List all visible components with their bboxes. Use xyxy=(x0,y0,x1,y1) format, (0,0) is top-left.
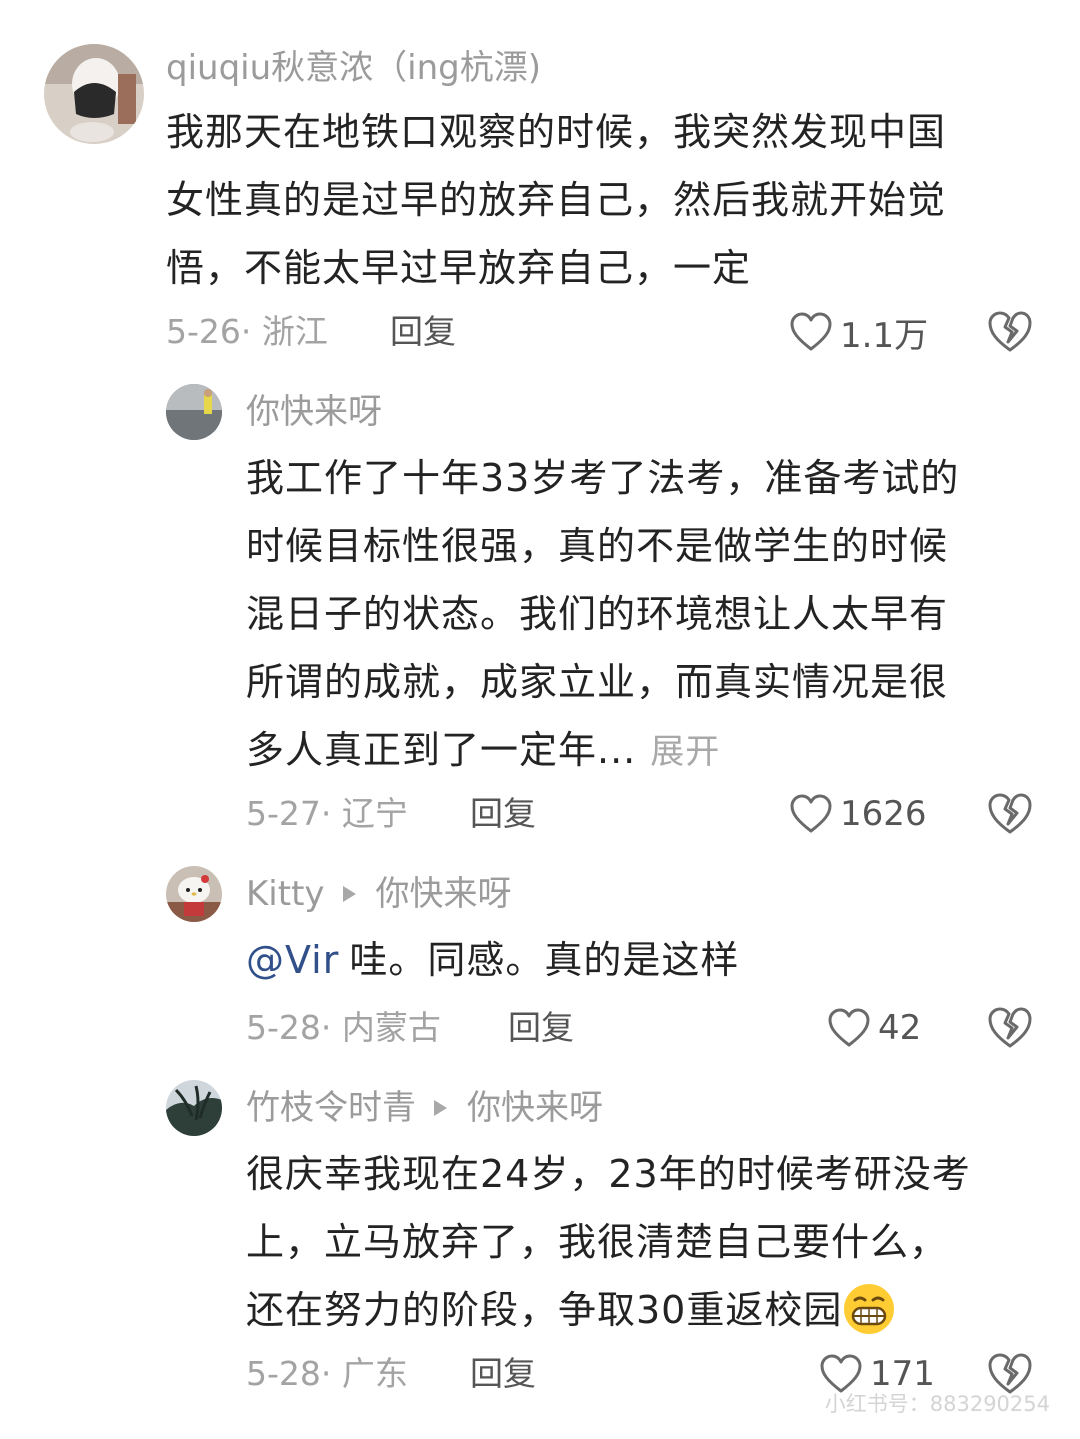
comment-author[interactable]: 竹枝令时青 xyxy=(246,1088,416,1128)
avatar[interactable] xyxy=(166,1080,222,1136)
comment-date-location: 5-28· 内蒙古 xyxy=(246,1008,441,1047)
broken-heart-icon xyxy=(988,311,1032,352)
comment-text: 我那天在地铁口观察的时候，我突然发现中国 女性真的是过早的放弃自己，然后我就开始… xyxy=(166,98,946,302)
heart-icon xyxy=(790,794,832,833)
dislike-button[interactable] xyxy=(988,792,1032,836)
comment-text: @Vir 哇。同感。真的是这样 xyxy=(246,926,739,994)
comment-author[interactable]: qiuqiu秋意浓（ing杭漂) xyxy=(166,48,541,88)
comment-line: 还在努力的阶段，争取30重返校园 xyxy=(246,1288,843,1332)
comment-text: 很庆幸我现在24岁，23年的时候考研没考 上，立马放弃了，我很清楚自己要什么， … xyxy=(246,1140,971,1344)
comment-line: 时候目标性很强，真的不是做学生的时候 xyxy=(246,524,949,568)
reply-to-author[interactable]: 你快来呀 xyxy=(467,1088,603,1128)
avatar[interactable] xyxy=(44,44,144,144)
reply-button[interactable]: 回复 xyxy=(390,312,456,352)
avatar[interactable] xyxy=(166,866,222,922)
comment-author-row: Kitty 你快来呀 xyxy=(246,874,512,914)
heart-icon xyxy=(790,312,832,351)
comment-author[interactable]: Kitty xyxy=(246,874,325,914)
comment-line: 混日子的状态。我们的环境想让人太早有 xyxy=(246,592,949,636)
dislike-button[interactable] xyxy=(988,1006,1032,1050)
watermark: 小红书号：883290254 xyxy=(824,1392,1050,1416)
comment-line: 我那天在地铁口观察的时候，我突然发现中国 xyxy=(166,110,947,154)
expand-button[interactable]: 展开 xyxy=(650,732,720,772)
broken-heart-icon xyxy=(988,793,1032,834)
avatar[interactable] xyxy=(166,384,222,440)
like-button[interactable]: 1.1万 xyxy=(790,310,929,356)
mention-link[interactable]: @Vir xyxy=(246,938,339,982)
comment-line: 很庆幸我现在24岁，23年的时候考研没考 xyxy=(246,1152,971,1196)
comment-line: 我工作了十年33岁考了法考，准备考试的 xyxy=(246,456,960,500)
comment-date-location: 5-28· 广东 xyxy=(246,1354,408,1393)
comment-date-location: 5-27· 辽宁 xyxy=(246,794,408,833)
dislike-button[interactable] xyxy=(988,310,1032,354)
play-triangle-icon xyxy=(434,1099,447,1116)
like-button[interactable]: 1626 xyxy=(790,792,927,836)
broken-heart-icon xyxy=(988,1007,1032,1048)
like-count: 1.1万 xyxy=(840,315,929,356)
comment-line: 哇。同感。真的是这样 xyxy=(349,938,740,982)
heart-icon xyxy=(828,1008,870,1047)
comment-line-last: 还在努力的阶段，争取30重返校园 xyxy=(246,1276,971,1344)
comment-author-row: 竹枝令时青 你快来呀 xyxy=(246,1088,603,1128)
play-triangle-icon xyxy=(342,885,356,902)
comment-line: 上，立马放弃了，我很清楚自己要什么， xyxy=(246,1220,949,1264)
comment-text: 我工作了十年33岁考了法考，准备考试的 时候目标性很强，真的不是做学生的时候 混… xyxy=(246,444,959,786)
comment-line: 所谓的成就，成家立业，而真实情况是很 xyxy=(246,660,949,704)
like-count: 1626 xyxy=(840,794,927,834)
like-button[interactable]: 42 xyxy=(828,1006,921,1050)
reply-to-author[interactable]: 你快来呀 xyxy=(376,874,512,914)
comment-line: 悟，不能太早过早放弃自己，一定 xyxy=(166,246,752,290)
comment-date-location: 5-26· 浙江 xyxy=(166,312,328,351)
reply-button[interactable]: 回复 xyxy=(508,1008,574,1048)
comment-line-last: 多人真正到了一定年... 展开 xyxy=(246,716,959,786)
truncated-text: 多人真正到了一定年... xyxy=(246,728,637,772)
grinning-face-emoji xyxy=(842,1282,896,1336)
reply-button[interactable]: 回复 xyxy=(470,794,536,834)
comment-author[interactable]: 你快来呀 xyxy=(246,392,382,432)
like-count: 42 xyxy=(878,1008,922,1048)
comment-line: 女性真的是过早的放弃自己，然后我就开始觉 xyxy=(166,178,947,222)
reply-button[interactable]: 回复 xyxy=(470,1354,536,1394)
